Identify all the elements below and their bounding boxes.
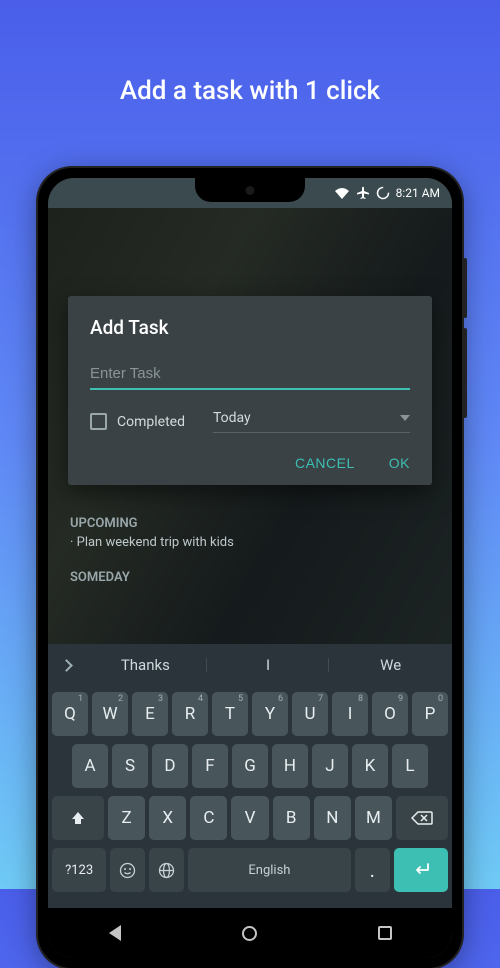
someday-section-label: SOMEDAY <box>48 562 452 587</box>
key-f[interactable]: F <box>192 744 228 788</box>
key-o[interactable]: O9 <box>372 692 408 736</box>
key-t[interactable]: T5 <box>212 692 248 736</box>
symbols-key[interactable]: ?123 <box>52 848 106 892</box>
nav-home-button[interactable] <box>242 926 257 941</box>
checkbox-icon <box>90 413 107 430</box>
chevron-right-icon <box>60 659 73 672</box>
phone-frame: 8:21 AM UPCOMING · Plan weekend trip wit… <box>38 168 462 968</box>
key-u[interactable]: U7 <box>292 692 328 736</box>
key-m[interactable]: M <box>355 796 392 840</box>
globe-icon <box>158 862 175 879</box>
recents-icon <box>378 926 392 940</box>
shift-icon <box>70 810 86 826</box>
language-key[interactable] <box>149 848 184 892</box>
suggestion-option[interactable]: Thanks <box>84 656 207 674</box>
key-l[interactable]: L <box>392 744 428 788</box>
suggestion-option[interactable]: We <box>329 656 452 674</box>
key-q[interactable]: Q1 <box>52 692 88 736</box>
add-task-dialog: Add Task Completed Today CANCEL OK <box>68 296 432 485</box>
key-k[interactable]: K <box>352 744 388 788</box>
key-b[interactable]: B <box>273 796 310 840</box>
wifi-icon <box>334 187 350 199</box>
key-z[interactable]: Z <box>108 796 145 840</box>
nav-back-button[interactable] <box>109 925 121 941</box>
phone-notch <box>195 178 305 202</box>
chevron-down-icon <box>400 415 410 421</box>
airplane-icon <box>356 186 370 200</box>
key-j[interactable]: J <box>312 744 348 788</box>
key-e[interactable]: E3 <box>132 692 168 736</box>
key-p[interactable]: P0 <box>412 692 448 736</box>
date-select[interactable]: Today <box>213 410 410 433</box>
key-x[interactable]: X <box>149 796 186 840</box>
key-i[interactable]: I8 <box>332 692 368 736</box>
backspace-icon <box>411 810 433 826</box>
android-navbar <box>48 908 452 958</box>
key-y[interactable]: Y6 <box>252 692 288 736</box>
key-n[interactable]: N <box>314 796 351 840</box>
spacebar-key[interactable]: English <box>188 848 351 892</box>
emoji-icon <box>119 862 136 879</box>
nav-recents-button[interactable] <box>378 926 392 940</box>
suggestion-bar: ThanksIWe <box>48 644 452 686</box>
expand-suggestions-button[interactable] <box>48 661 84 670</box>
onscreen-keyboard: ThanksIWe Q1W2E3R4T5Y6U7I8O9P0 ASDFGHJKL… <box>48 644 452 908</box>
list-item[interactable]: · Plan weekend trip with kids <box>48 533 452 552</box>
completed-checkbox[interactable]: Completed <box>90 413 185 430</box>
dialog-title: Add Task <box>90 316 410 339</box>
key-s[interactable]: S <box>112 744 148 788</box>
key-h[interactable]: H <box>272 744 308 788</box>
period-key[interactable]: . <box>355 848 390 892</box>
key-w[interactable]: W2 <box>92 692 128 736</box>
task-sections: UPCOMING · Plan weekend trip with kids S… <box>48 508 452 587</box>
home-icon <box>242 926 257 941</box>
key-g[interactable]: G <box>232 744 268 788</box>
key-c[interactable]: C <box>190 796 227 840</box>
emoji-key[interactable] <box>110 848 145 892</box>
phone-screen: 8:21 AM UPCOMING · Plan weekend trip wit… <box>48 178 452 958</box>
enter-icon <box>411 862 431 878</box>
upcoming-section-label: UPCOMING <box>48 508 452 533</box>
key-d[interactable]: D <box>152 744 188 788</box>
task-name-input[interactable] <box>90 361 410 390</box>
suggestion-option[interactable]: I <box>207 656 330 674</box>
date-value: Today <box>213 410 400 426</box>
key-r[interactable]: R4 <box>172 692 208 736</box>
marketing-heading: Add a task with 1 click <box>0 0 500 106</box>
shift-key[interactable] <box>52 796 104 840</box>
loading-icon <box>376 186 390 200</box>
key-a[interactable]: A <box>72 744 108 788</box>
ok-button[interactable]: OK <box>389 455 410 471</box>
enter-key[interactable] <box>394 848 448 892</box>
status-time: 8:21 AM <box>396 186 440 200</box>
completed-label: Completed <box>117 414 185 430</box>
back-icon <box>109 925 121 941</box>
cancel-button[interactable]: CANCEL <box>295 455 355 471</box>
key-v[interactable]: V <box>231 796 268 840</box>
backspace-key[interactable] <box>396 796 448 840</box>
